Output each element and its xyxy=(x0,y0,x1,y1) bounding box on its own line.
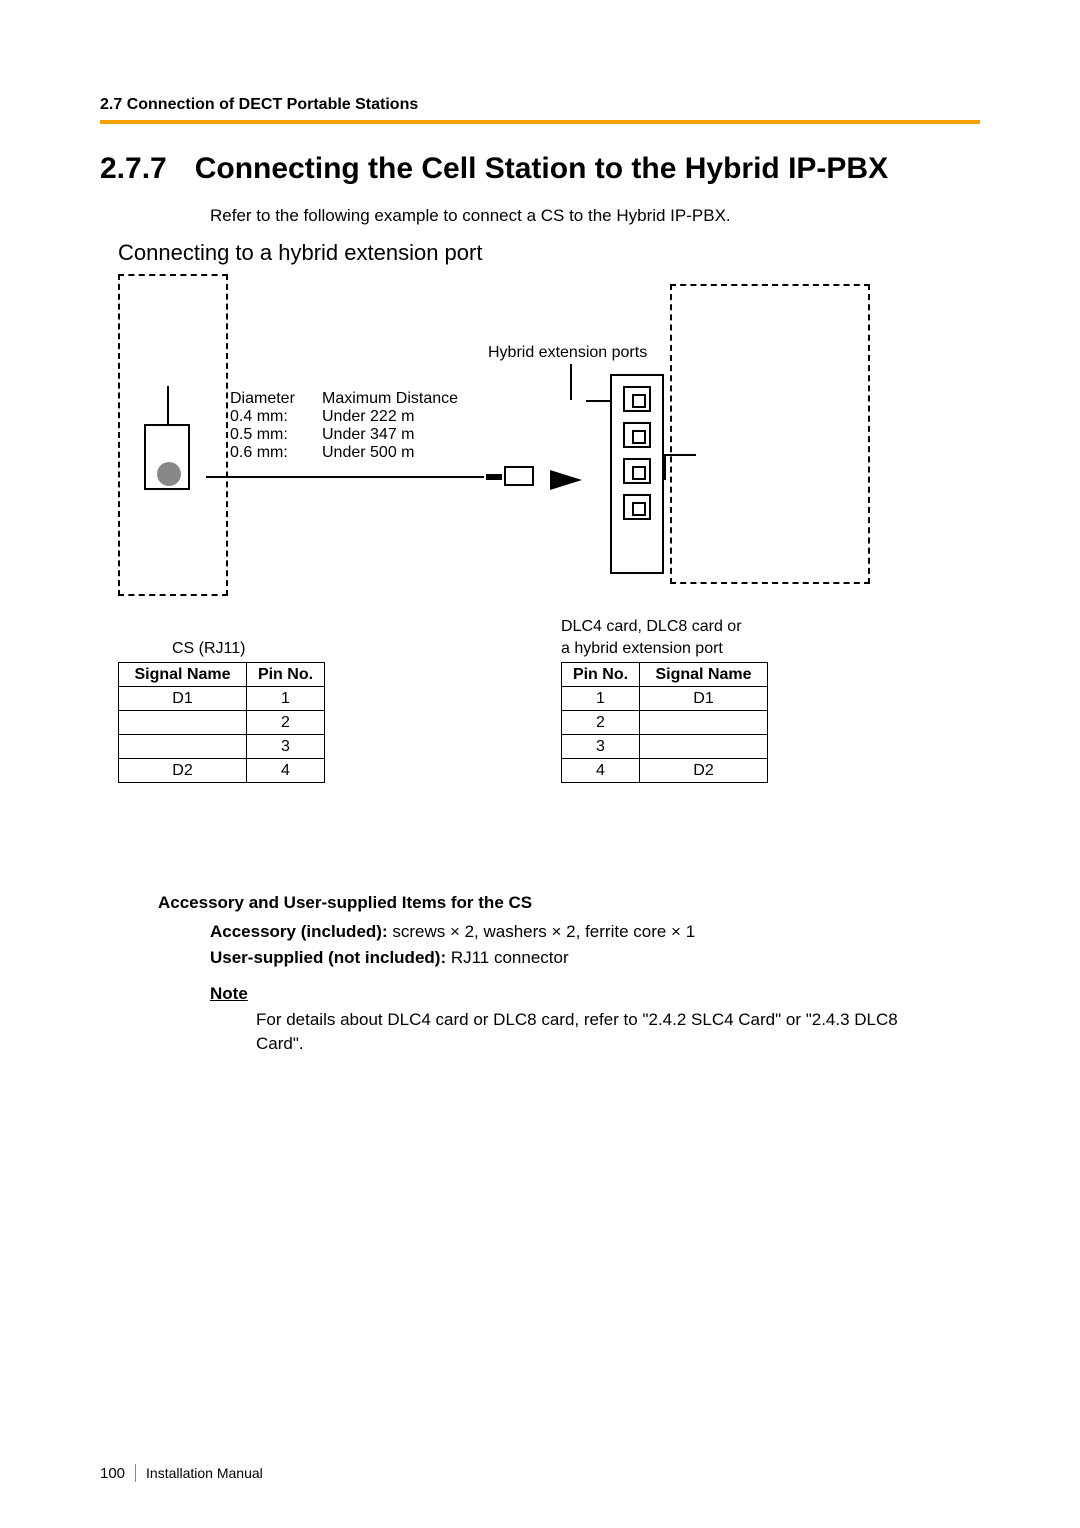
footer-separator-icon xyxy=(135,1464,136,1482)
cs-pin-table-wrap: CS (RJ11) Signal Name Pin No. D11 2 3 D2… xyxy=(118,640,325,783)
cell-signal: D1 xyxy=(640,687,768,711)
leader-line-icon xyxy=(664,456,666,480)
running-header: 2.7 Connection of DECT Portable Stations xyxy=(100,96,980,114)
intro-text: Refer to the following example to connec… xyxy=(210,206,980,226)
pbx-pin-caption-l1: DLC4 card, DLC8 card or xyxy=(561,618,768,636)
rj-jack-icon xyxy=(623,458,651,484)
cell-signal: D2 xyxy=(640,759,768,783)
cell-pin: 2 xyxy=(247,711,325,735)
pbx-pin-caption-l2: a hybrid extension port xyxy=(561,640,768,658)
arrow-right-icon xyxy=(550,470,582,490)
note-body: For details about DLC4 card or DLC8 card… xyxy=(256,1008,946,1056)
rj-jack-icon xyxy=(623,386,651,412)
hybrid-ports-label: Hybrid extension ports xyxy=(488,344,647,362)
spec-head-maxdist: Maximum Distance xyxy=(322,390,458,408)
page-footer: 100 Installation Manual xyxy=(100,1464,263,1482)
table-row: 2 xyxy=(562,711,768,735)
cell-signal xyxy=(640,711,768,735)
cable-line-icon xyxy=(486,474,502,480)
pbx-boundary-box xyxy=(670,284,870,584)
rj-jack-icon xyxy=(623,494,651,520)
spec-m-1: Under 347 m xyxy=(322,426,415,444)
spec-m-2: Under 500 m xyxy=(322,444,415,462)
note-heading: Note xyxy=(210,984,980,1004)
user-supplied-value: RJ11 connector xyxy=(446,948,569,967)
spec-d-1: 0.5 mm: xyxy=(230,426,322,444)
th-pin: Pin No. xyxy=(247,663,325,687)
spec-head-diameter: Diameter xyxy=(230,390,322,408)
user-supplied-label: User-supplied (not included): xyxy=(210,948,446,967)
table-row: 2 xyxy=(119,711,325,735)
items-body: Accessory (included): screws × 2, washer… xyxy=(210,919,980,970)
section-number: 2.7.7 xyxy=(100,152,167,185)
spec-d-0: 0.4 mm: xyxy=(230,408,322,426)
cell-signal xyxy=(119,711,247,735)
th-signal: Signal Name xyxy=(640,663,768,687)
pbx-pin-table-wrap: DLC4 card, DLC8 card or a hybrid extensi… xyxy=(561,618,768,783)
cell-pin: 3 xyxy=(562,735,640,759)
cell-signal: D1 xyxy=(119,687,247,711)
table-row: 4D2 xyxy=(562,759,768,783)
items-heading: Accessory and User-supplied Items for th… xyxy=(158,893,980,913)
section-title: 2.7.7 Connecting the Cell Station to the … xyxy=(100,152,980,186)
antenna-icon xyxy=(167,386,169,426)
pinout-tables: CS (RJ11) Signal Name Pin No. D11 2 3 D2… xyxy=(118,618,980,783)
cell-pin: 1 xyxy=(247,687,325,711)
rj-jack-icon xyxy=(623,422,651,448)
cell-signal: D2 xyxy=(119,759,247,783)
page: 2.7 Connection of DECT Portable Stations… xyxy=(0,0,1080,1528)
cs-pin-caption: CS (RJ11) xyxy=(172,640,325,658)
table-row: 3 xyxy=(119,735,325,759)
spec-m-0: Under 222 m xyxy=(322,408,415,426)
table-row: D24 xyxy=(119,759,325,783)
table-row: D11 xyxy=(119,687,325,711)
cell-signal xyxy=(119,735,247,759)
header-rule xyxy=(100,120,980,124)
cell-pin: 4 xyxy=(562,759,640,783)
cell-station-icon xyxy=(144,424,190,490)
cable-line-icon xyxy=(206,476,484,478)
cs-pin-table: Signal Name Pin No. D11 2 3 D24 xyxy=(118,662,325,783)
pbx-pin-table: Pin No. Signal Name 1D1 2 3 4D2 xyxy=(561,662,768,783)
subsection-heading: Connecting to a hybrid extension port xyxy=(118,240,980,266)
section-title-text: Connecting the Cell Station to the Hybri… xyxy=(195,152,888,185)
cable-spec-table: Diameter Maximum Distance 0.4 mm: Under … xyxy=(230,390,458,462)
cell-pin: 4 xyxy=(247,759,325,783)
leader-line-icon xyxy=(570,364,572,400)
cell-pin: 3 xyxy=(247,735,325,759)
page-number: 100 xyxy=(100,1465,125,1482)
doc-title: Installation Manual xyxy=(146,1465,263,1481)
table-row: 3 xyxy=(562,735,768,759)
th-signal: Signal Name xyxy=(119,663,247,687)
extension-ports-icon xyxy=(610,374,664,574)
accessory-label: Accessory (included): xyxy=(210,922,388,941)
cell-pin: 1 xyxy=(562,687,640,711)
accessory-value: screws × 2, washers × 2, ferrite core × … xyxy=(388,922,696,941)
connection-diagram: Diameter Maximum Distance 0.4 mm: Under … xyxy=(118,274,888,604)
cs-front-circle-icon xyxy=(157,462,181,486)
spec-d-2: 0.6 mm: xyxy=(230,444,322,462)
rj11-plug-icon xyxy=(504,466,534,486)
cell-pin: 2 xyxy=(562,711,640,735)
th-pin: Pin No. xyxy=(562,663,640,687)
cell-signal xyxy=(640,735,768,759)
table-row: 1D1 xyxy=(562,687,768,711)
